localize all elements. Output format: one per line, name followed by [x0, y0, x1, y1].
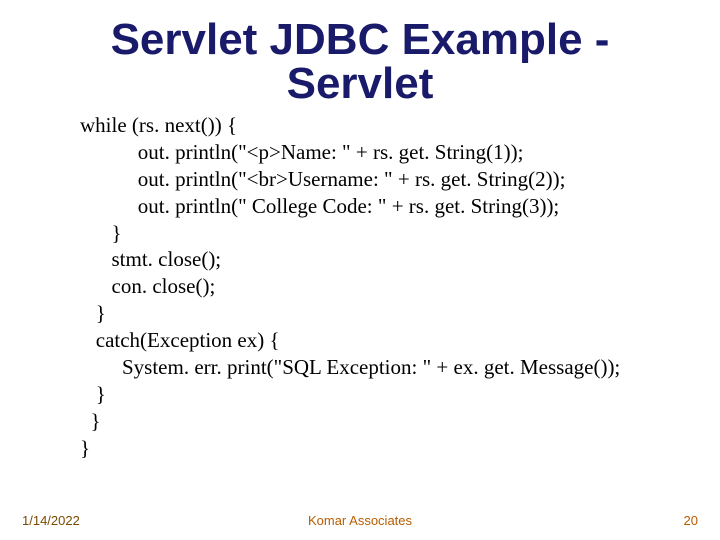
code-line: stmt. close();: [80, 247, 221, 271]
code-line: }: [80, 301, 106, 325]
slide-title: Servlet JDBC Example - Servlet: [0, 0, 720, 106]
code-line: con. close();: [80, 274, 215, 298]
code-line: out. println("<p>Name: " + rs. get. Stri…: [80, 140, 523, 164]
code-line: }: [80, 409, 101, 433]
code-line: catch(Exception ex) {: [80, 328, 280, 352]
code-line: System. err. print("SQL Exception: " + e…: [80, 355, 620, 379]
slide: Servlet JDBC Example - Servlet while (rs…: [0, 0, 720, 540]
code-line: out. println("<br>Username: " + rs. get.…: [80, 167, 565, 191]
footer-page-number: 20: [684, 513, 698, 528]
footer-organization: Komar Associates: [0, 513, 720, 528]
code-block: while (rs. next()) { out. println("<p>Na…: [0, 106, 720, 461]
code-line: out. println(" College Code: " + rs. get…: [80, 194, 559, 218]
code-line: while (rs. next()) {: [80, 113, 237, 137]
code-line: }: [80, 221, 122, 245]
code-line: }: [80, 436, 90, 460]
code-line: }: [80, 382, 106, 406]
